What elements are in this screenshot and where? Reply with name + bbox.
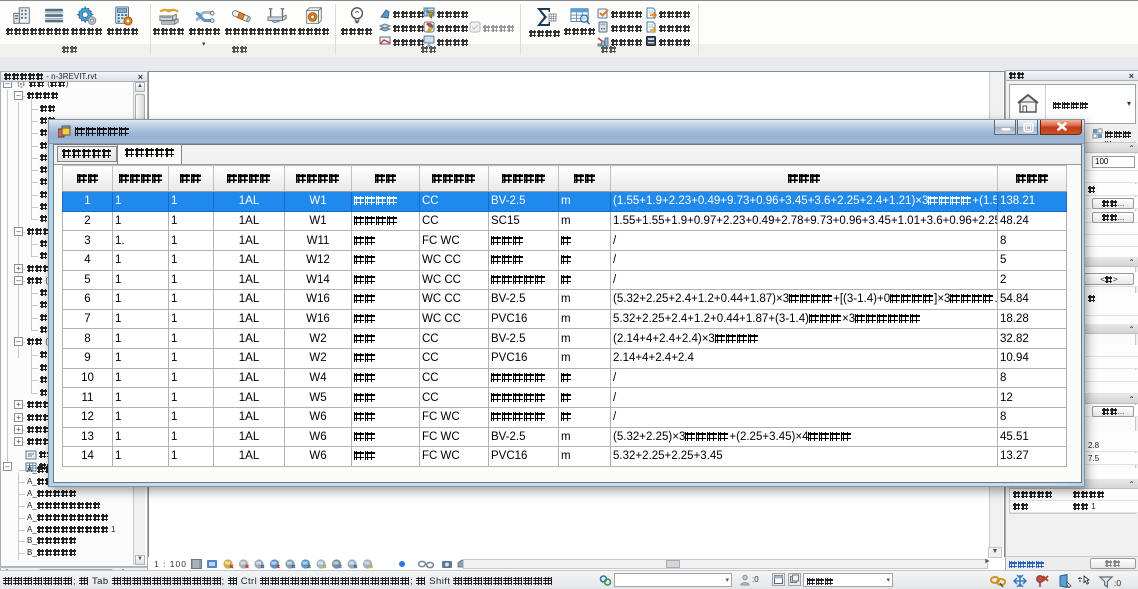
svg-text::0: :0 (1114, 578, 1121, 588)
